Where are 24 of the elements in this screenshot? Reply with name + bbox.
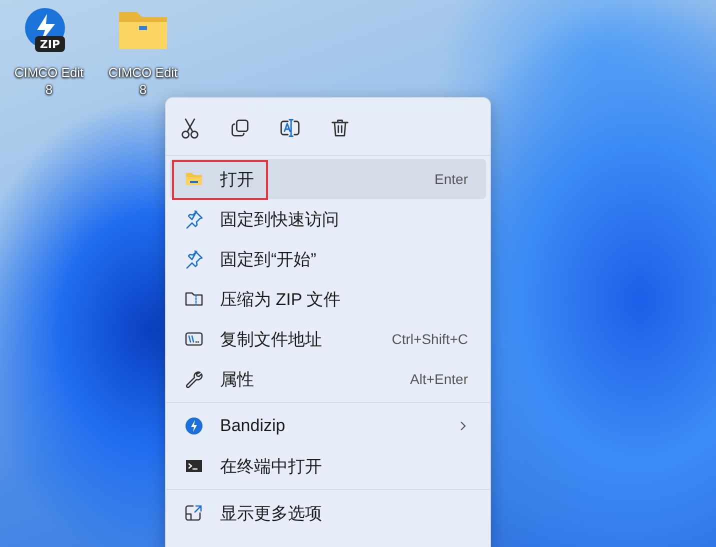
expand-icon xyxy=(184,503,204,523)
menu-item[interactable]: 属性 Alt+Enter xyxy=(170,359,486,399)
copy-icon xyxy=(229,117,251,139)
menu-item[interactable]: 打开 Enter xyxy=(170,159,486,199)
menu-item[interactable]: 压缩为 ZIP 文件 xyxy=(170,279,486,319)
menu-item[interactable]: Bandizip xyxy=(170,406,486,446)
icon-label: CIMCO Edit 8 xyxy=(107,64,179,98)
bolt-circle-icon xyxy=(184,416,204,436)
shortcut-label: Ctrl+Shift+C xyxy=(392,331,468,347)
menu-item[interactable]: 在终端中打开 xyxy=(170,446,486,486)
trash-icon xyxy=(329,117,351,139)
shortcut-label: Enter xyxy=(434,171,468,187)
desktop-icon[interactable]: ZIP CIMCO Edit 8 xyxy=(6,6,92,98)
menu-item[interactable]: 显示更多选项 xyxy=(170,493,486,533)
menu-item[interactable]: 固定到“开始” xyxy=(170,239,486,279)
menu-item[interactable]: 复制文件地址 Ctrl+Shift+C xyxy=(170,319,486,359)
scissors-icon xyxy=(179,117,201,139)
pin-icon xyxy=(184,249,204,269)
icon-label: CIMCO Edit 8 xyxy=(13,64,85,98)
rename-icon xyxy=(279,117,301,139)
wrench-icon xyxy=(184,369,204,389)
menu-item[interactable]: 固定到快速访问 xyxy=(170,199,486,239)
pin-icon xyxy=(184,209,204,229)
shortcut-label: Alt+Enter xyxy=(410,371,468,387)
